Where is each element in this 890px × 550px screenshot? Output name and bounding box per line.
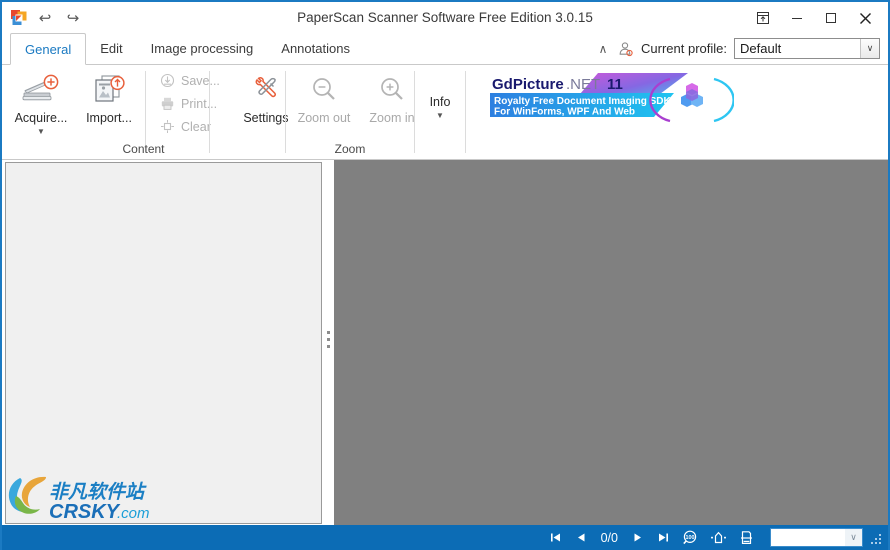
close-icon[interactable] [848,3,882,33]
zoom-out-button[interactable]: Zoom out [290,65,358,125]
magnifier-minus-icon [308,71,340,109]
maximize-icon[interactable] [814,3,848,33]
svg-text:Royalty Free Document Imaging: Royalty Free Document Imaging SDK [494,96,671,107]
document-viewer[interactable] [334,160,888,525]
workspace [2,160,888,525]
content-small-commands: Save... Print... Clear [153,65,226,137]
svg-text:.NET: .NET [566,76,600,93]
profile-select-value: Default [740,41,782,56]
ribbon-group-zoom: Zoom out Zoom in Zoom [286,65,415,159]
title-bar: ↩ ↪ PaperScan Scanner Software Free Edit… [2,0,888,32]
zoom-out-label: Zoom out [297,111,351,125]
scanner-add-icon [21,71,61,109]
info-label: Info [429,95,451,109]
zoom-group-title: Zoom [334,142,366,156]
print-label: Print... [181,96,218,111]
ribbon-tabs: General Edit Image processing Annotation… [10,32,364,65]
zoom-level-select[interactable]: ∨ [770,528,863,547]
chevron-down-icon[interactable]: ▼ [37,128,45,136]
magnifier-plus-icon [376,71,408,109]
next-page-icon[interactable] [624,526,650,549]
profile-select[interactable]: Default ∨ [734,38,880,59]
paperscan-window: ↩ ↪ PaperScan Scanner Software Free Edit… [0,0,890,550]
chevron-down-icon[interactable]: ∨ [845,529,862,546]
ribbon-group-info: Info ▼ [415,65,465,159]
user-profile-icon [618,41,634,57]
status-bar: 0/0 100 ∨ [2,525,888,550]
zoom-100-percent-icon[interactable]: 100 [676,526,704,549]
ribbon-group-content: Acquire... ▼ Import... Save... Print... … [2,65,289,159]
clear-icon [159,119,175,135]
chevron-down-icon[interactable]: ▼ [436,112,444,120]
ribbon: Acquire... ▼ Import... Save... Print... … [2,64,888,160]
minimize-icon[interactable] [780,3,814,33]
settings-label: Settings [243,111,289,125]
import-document-icon [91,71,127,109]
panel-splitter[interactable] [323,162,334,524]
zoom-in-label: Zoom in [369,111,415,125]
page-indicator: 0/0 [600,530,618,545]
ribbon-display-options-icon[interactable] [746,3,780,33]
wrench-screwdriver-icon [248,71,284,109]
paperscan-app-icon [10,9,28,27]
save-button[interactable]: Save... [153,70,226,91]
save-disk-icon [159,73,175,89]
current-profile-area: ∧ Current profile: Default ∨ [595,36,880,61]
chevron-up-icon[interactable]: ∧ [595,42,611,56]
fit-width-icon[interactable] [732,526,760,549]
fit-page-icon[interactable] [704,526,732,549]
tab-general[interactable]: General [10,33,87,65]
svg-text:GdPicture: GdPicture [492,76,564,93]
ribbon-tab-strip: General Edit Image processing Annotation… [2,32,888,65]
clear-label: Clear [181,119,211,134]
last-page-icon[interactable] [650,526,676,549]
resize-grip[interactable] [869,530,885,546]
tab-annotations[interactable]: Annotations [267,33,364,65]
info-button[interactable]: Info ▼ [415,65,465,120]
redo-icon[interactable]: ↪ [63,10,83,28]
splitter-grip [327,331,330,352]
window-controls [746,2,888,34]
first-page-icon[interactable] [543,526,569,549]
import-button[interactable]: Import... [75,65,143,125]
acquire-label: Acquire... [14,111,68,125]
printer-icon [159,96,175,112]
svg-text:For WinForms, WPF And Web: For WinForms, WPF And Web [494,107,635,118]
previous-page-icon[interactable] [569,526,595,549]
undo-icon[interactable]: ↩ [35,10,55,28]
current-profile-label: Current profile: [641,41,727,56]
chevron-down-icon[interactable]: ∨ [860,39,879,58]
clear-button[interactable]: Clear [153,116,226,137]
svg-text:11: 11 [607,76,623,93]
gdpicture-banner[interactable]: GdPicture .NET 11 Royalty Free Document … [478,71,734,129]
import-label: Import... [86,111,132,125]
acquire-button[interactable]: Acquire... ▼ [7,65,75,136]
save-label: Save... [181,73,220,88]
tab-edit[interactable]: Edit [86,33,136,65]
print-button[interactable]: Print... [153,93,226,114]
gdpicture-banner-graphic: GdPicture .NET 11 Royalty Free Document … [478,71,734,129]
svg-text:100: 100 [685,535,694,541]
content-group-title: Content [122,142,165,156]
thumbnail-panel[interactable] [5,162,322,524]
tab-image-processing[interactable]: Image processing [137,33,268,65]
